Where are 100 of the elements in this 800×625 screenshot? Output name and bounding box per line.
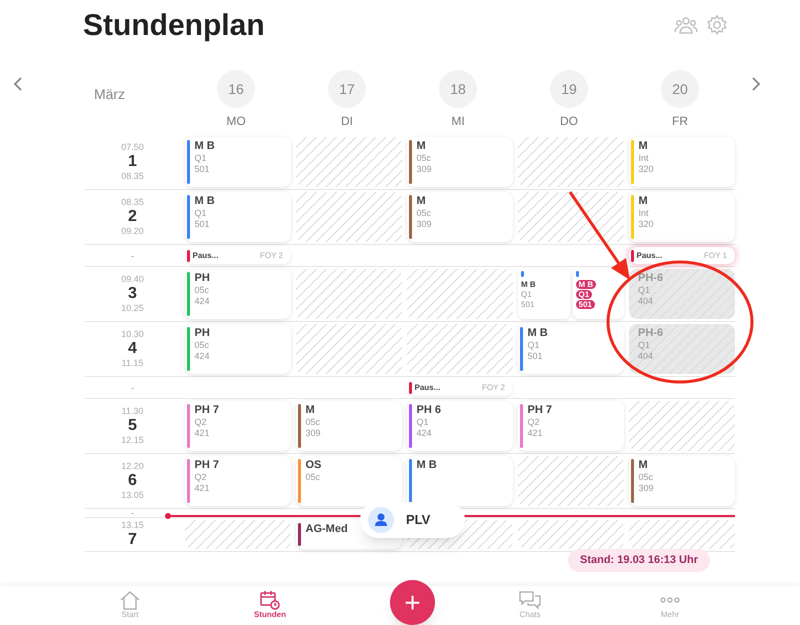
subject-label: PH 7: [528, 404, 552, 417]
start-time: 11.30: [122, 406, 144, 417]
weekday-label: MI: [451, 113, 465, 130]
subject-label: PH: [194, 272, 210, 285]
period-number: 1: [128, 153, 137, 171]
subject-label: M: [416, 195, 427, 208]
previous-week-icon[interactable]: [13, 76, 23, 92]
room-label: 309: [306, 428, 321, 439]
break-label: Paus...: [192, 250, 218, 262]
class-label: Q2: [194, 417, 208, 428]
subject-label: M: [416, 140, 427, 153]
pause-time-label: -: [131, 509, 134, 517]
end-time: 13.05: [121, 490, 144, 501]
end-time: 10.25: [121, 303, 144, 314]
break-label: Paus...: [414, 382, 440, 394]
class-label: Q1: [528, 340, 541, 351]
period-number: 4: [128, 340, 137, 358]
next-week-icon[interactable]: [751, 76, 761, 92]
end-time: 08.35: [121, 171, 144, 182]
nav-tab[interactable]: Start: [90, 590, 170, 619]
room-label: FOY 1: [704, 250, 727, 262]
chat-icon: [518, 590, 542, 610]
class-label: 05c: [306, 417, 321, 428]
subject-label: M: [638, 195, 649, 208]
room-label: 501: [194, 164, 211, 175]
class-label: Q1: [638, 340, 652, 351]
break-label: Paus...: [636, 250, 662, 262]
page-title: Stundenplan: [83, 8, 265, 44]
subject-label: PH 7: [194, 459, 219, 472]
room-label: FOY 2: [260, 250, 283, 262]
group-icon[interactable]: [674, 15, 698, 35]
start-time: 07.50: [121, 142, 144, 153]
class-label: Q2: [528, 417, 541, 428]
start-time: 10.30: [121, 329, 144, 340]
room-label: 309: [638, 483, 654, 494]
weekday-label: DO: [560, 113, 578, 130]
subject-label: M B: [416, 459, 437, 472]
room-label: 309: [416, 164, 432, 175]
start-time: 12.20: [121, 461, 144, 472]
room-label: 320: [638, 219, 654, 230]
class-label: Q1: [416, 417, 430, 428]
room-label: 421: [194, 428, 211, 439]
subject-label: M B: [576, 280, 596, 289]
subject-label: M B: [528, 327, 548, 340]
subject-label: M: [638, 459, 649, 472]
subject-label: M B: [521, 280, 537, 289]
room-label: 309: [416, 219, 432, 230]
subject-label: PH 6: [416, 404, 441, 417]
room-label: 501: [576, 300, 595, 309]
start-time: 09.40: [121, 274, 144, 285]
room-label: 421: [528, 428, 544, 439]
pause-time-label: -: [131, 252, 134, 260]
class-label: Q1: [194, 208, 208, 219]
current-user-chip[interactable]: PLV: [360, 502, 465, 538]
end-time: 09.20: [121, 226, 144, 237]
period-number: 2: [128, 208, 137, 226]
class-label: Q1: [638, 285, 652, 296]
room-label: FOY 2: [482, 382, 505, 394]
class-label: 05c: [416, 208, 432, 219]
subject-label: M: [638, 140, 649, 153]
class-label: 05c: [416, 153, 432, 164]
nav-tab[interactable]: Chats: [490, 590, 570, 619]
room-label: 404: [638, 351, 654, 362]
class-label: Q2: [194, 472, 208, 483]
room-label: 424: [416, 428, 433, 439]
subject-label: OS: [306, 459, 322, 472]
class-label: Q1: [521, 290, 533, 299]
period-number: 3: [128, 285, 137, 303]
home-icon: [119, 590, 141, 610]
subject-label: PH-6: [638, 327, 664, 340]
weekday-label: MO: [226, 113, 246, 130]
room-label: 501: [521, 300, 536, 309]
last-updated-badge: Stand: 19.03 16:13 Uhr: [568, 549, 710, 572]
end-time: 12.15: [121, 435, 144, 446]
class-label: Int: [638, 153, 650, 164]
nav-tab[interactable]: Mehr: [630, 590, 710, 619]
subject-label: PH-6: [638, 272, 664, 285]
class-label: 05c: [194, 285, 210, 296]
start-time: 13.15: [121, 520, 144, 531]
person-icon: [368, 507, 394, 533]
start-time: 08.35: [121, 197, 144, 208]
class-label: Q1: [576, 290, 592, 299]
calendar-clock-icon: [259, 590, 281, 610]
period-number: 7: [128, 531, 137, 549]
class-label: 05c: [194, 340, 210, 351]
room-label: 501: [528, 351, 544, 362]
room-label: 320: [638, 164, 654, 175]
room-label: 421: [194, 483, 211, 494]
subject-label: PH 7: [194, 404, 219, 417]
subject-label: M: [306, 404, 316, 417]
nav-tab[interactable]: Stunden: [230, 590, 310, 619]
subject-label: M B: [194, 140, 215, 153]
class-label: Q1: [194, 153, 208, 164]
room-label: 404: [638, 296, 654, 307]
class-label: Int: [638, 208, 650, 219]
month-label: März: [94, 85, 126, 104]
period-number: 6: [128, 472, 137, 490]
settings-icon[interactable]: [706, 14, 728, 36]
subject-label: AG-Med: [306, 523, 348, 536]
pause-time-label: -: [131, 384, 134, 392]
